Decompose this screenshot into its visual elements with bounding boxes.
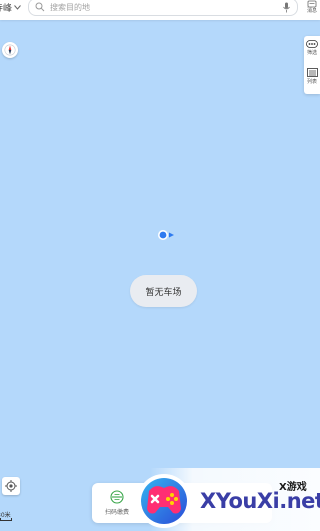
list-icon xyxy=(306,68,318,77)
message-icon xyxy=(307,0,317,8)
gamepad-logo-icon xyxy=(137,474,191,528)
scale-bar xyxy=(0,518,12,521)
target-locate-icon xyxy=(5,480,17,492)
locate-me-button[interactable] xyxy=(2,477,20,495)
no-parking-toast: 暂无车场 xyxy=(130,275,197,307)
more-dots-icon xyxy=(306,40,318,48)
top-bar: 寺峰 消息 xyxy=(0,0,320,20)
search-input[interactable] xyxy=(50,2,282,12)
search-icon xyxy=(35,2,45,12)
watermark-site-text: XYouXi.net xyxy=(200,489,320,513)
list-label: 列表 xyxy=(306,79,317,85)
compass-button[interactable] xyxy=(2,42,18,58)
scan-pay-button[interactable]: 扫码缴费 xyxy=(98,487,136,521)
filter-button[interactable]: 筛选 xyxy=(304,36,320,62)
messages-button[interactable]: 消息 xyxy=(304,0,320,18)
current-location-marker xyxy=(158,230,174,240)
filter-label: 筛选 xyxy=(306,50,317,56)
compass-icon xyxy=(4,44,16,56)
city-name: 寺峰 xyxy=(0,3,13,14)
scan-pay-icon xyxy=(110,490,124,504)
list-button[interactable]: 列表 xyxy=(304,64,320,90)
microphone-icon[interactable] xyxy=(282,2,291,13)
scan-pay-label: 扫码缴费 xyxy=(104,509,129,516)
search-box[interactable] xyxy=(28,0,298,16)
map-scale: 30米 xyxy=(0,510,14,522)
city-selector[interactable]: 寺峰 xyxy=(0,0,21,14)
messages-label: 消息 xyxy=(306,8,317,14)
chevron-down-icon xyxy=(14,4,21,10)
map-side-panel: 筛选 列表 xyxy=(304,36,320,94)
